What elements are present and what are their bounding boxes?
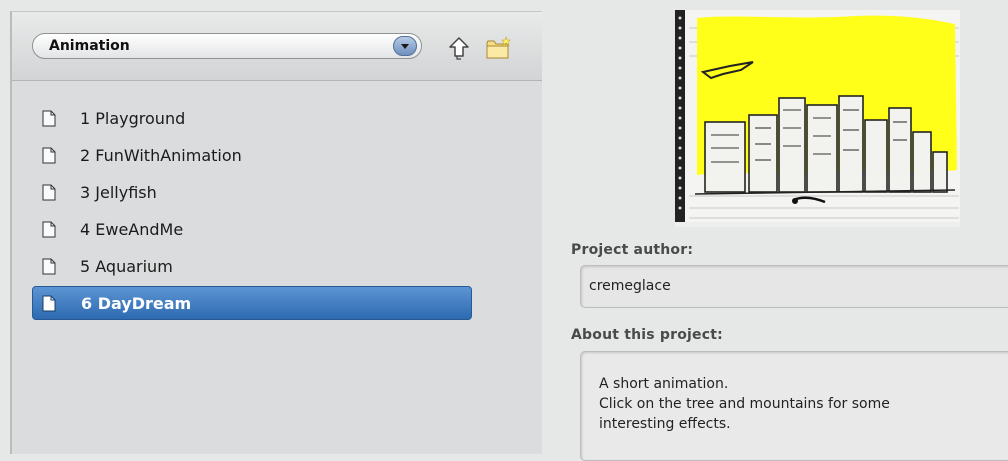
about-heading: About this project: <box>571 327 723 343</box>
list-item[interactable]: 5 Aquarium <box>32 248 472 285</box>
file-icon <box>42 110 56 127</box>
about-field[interactable]: A short animation. Click on the tree and… <box>580 351 1008 461</box>
file-icon <box>42 147 56 164</box>
list-item-label: 3 Jellyfish <box>80 183 157 202</box>
list-item-label: 6 DayDream <box>81 294 192 313</box>
file-icon <box>42 221 56 238</box>
file-icon <box>42 184 56 201</box>
list-item[interactable]: 3 Jellyfish <box>32 174 472 211</box>
about-line: Click on the tree and mountains for some <box>599 396 890 412</box>
new-folder-button[interactable] <box>486 36 512 60</box>
about-line: interesting effects. <box>599 416 731 432</box>
list-item[interactable]: 2 FunWithAnimation <box>32 137 472 174</box>
list-item-label: 5 Aquarium <box>80 257 173 276</box>
up-arrow-icon <box>449 37 469 60</box>
folder-select[interactable]: Animation <box>32 33 422 59</box>
about-line: A short animation. <box>599 376 729 392</box>
project-thumbnail <box>675 10 960 227</box>
project-browser-panel: Animation 1 Playground 2 FunWithAnimatio… <box>10 11 542 454</box>
list-item-selected[interactable]: 6 DayDream <box>32 286 472 320</box>
list-item-label: 2 FunWithAnimation <box>80 146 242 165</box>
list-item[interactable]: 4 EweAndMe <box>32 211 472 248</box>
list-item-label: 1 Playground <box>80 109 186 128</box>
author-value: cremeglace <box>589 278 671 294</box>
author-field[interactable]: cremeglace <box>580 265 1008 308</box>
new-folder-icon <box>486 36 511 59</box>
up-folder-button[interactable] <box>448 36 470 60</box>
author-heading: Project author: <box>571 242 694 258</box>
thumbnail-image <box>675 10 960 227</box>
file-icon <box>42 258 56 275</box>
about-text: A short animation. Click on the tree and… <box>599 374 890 434</box>
list-item[interactable]: 1 Playground <box>32 100 472 137</box>
project-list: 1 Playground 2 FunWithAnimation 3 Jellyf… <box>32 100 472 320</box>
browser-toolbar: Animation <box>12 12 542 81</box>
file-icon <box>42 295 56 312</box>
chevron-down-icon[interactable] <box>393 36 417 56</box>
list-item-label: 4 EweAndMe <box>80 220 184 239</box>
folder-select-value: Animation <box>49 38 130 54</box>
